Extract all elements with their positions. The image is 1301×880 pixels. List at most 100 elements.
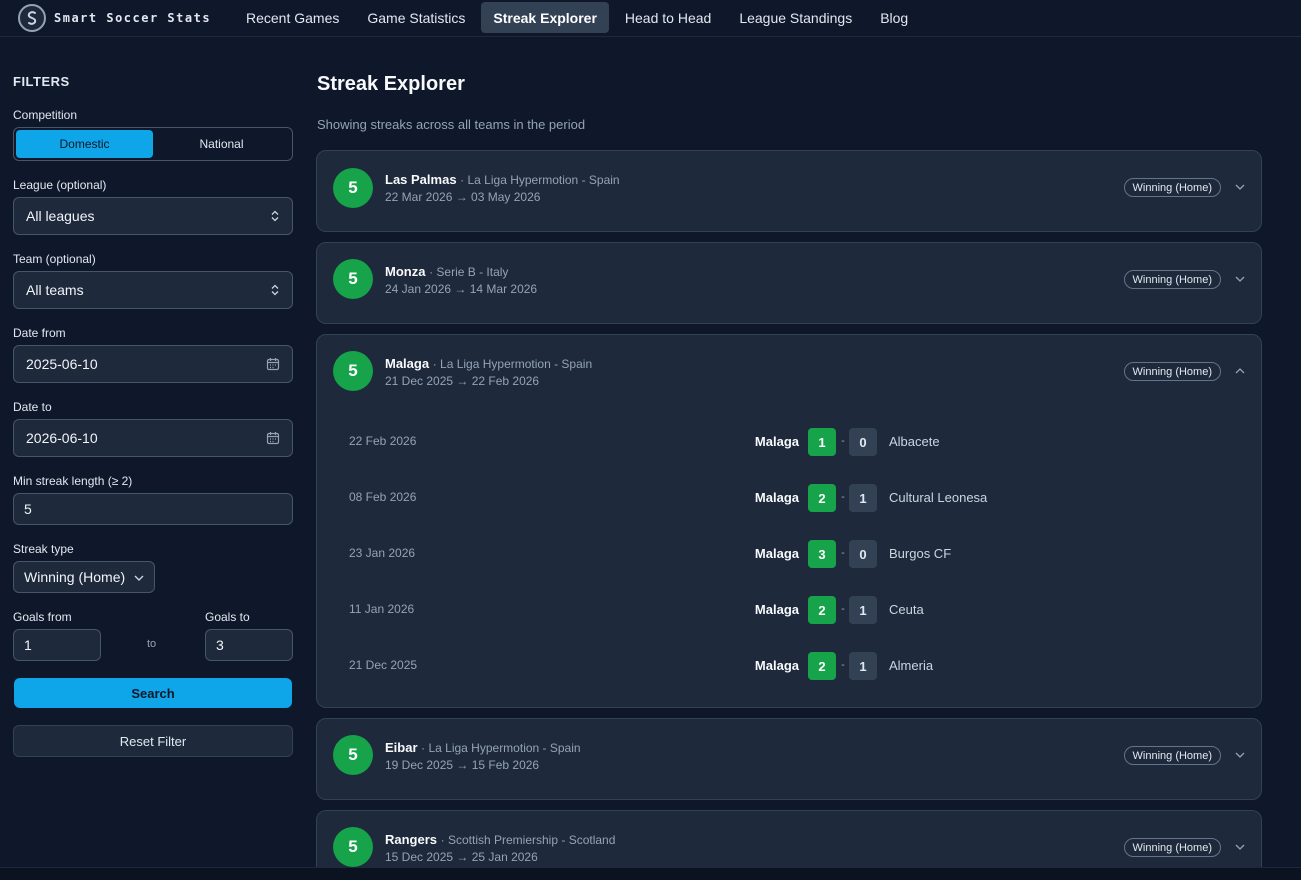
away-team: Almeria [889,658,934,673]
updown-icon [270,210,280,222]
date-from-value: 2025-06-10 [26,356,98,372]
min-streak-input[interactable]: 5 [13,493,293,525]
competition-national-button[interactable]: National [153,130,290,158]
date-to-input[interactable]: 2026-06-10 [13,419,293,457]
team-name: Monza [385,264,426,279]
streak-type-select[interactable]: Winning (Home) [13,561,155,593]
page-title: Streak Explorer [317,73,465,95]
away-team: Ceuta [889,602,924,617]
away-score: 1 [849,652,877,680]
main-nav: Recent Games Game Statistics Streak Expl… [234,2,924,33]
streak-card[interactable]: 5 Las Palmas · La Liga Hypermotion - Spa… [316,150,1262,232]
league-select[interactable]: All leagues [13,197,293,235]
calendar-icon[interactable] [266,357,280,371]
streak-length-badge: 5 [333,827,373,867]
competition-toggle: Domestic National [13,127,293,161]
goals-to-input[interactable]: 3 [205,629,293,661]
streak-card[interactable]: 5 Monza · Serie B - Italy 24 Jan 2026 → … [316,242,1262,324]
streak-type-pill: Winning (Home) [1123,746,1221,765]
nav-game-statistics[interactable]: Game Statistics [355,2,477,33]
date-from-label: Date from [13,326,66,340]
home-team: Malaga [754,434,799,449]
competition-label: Competition [13,108,78,122]
match-date: 11 Jan 2026 [349,602,415,616]
team-select[interactable]: All teams [13,271,293,309]
score-separator: - [841,491,845,503]
streak-length-badge: 5 [333,168,373,208]
nav-recent-games[interactable]: Recent Games [234,2,351,33]
chevron-down-icon [134,569,144,585]
chevron-down-icon[interactable] [1233,180,1247,194]
chevron-up-icon[interactable] [1233,364,1247,378]
streak-type-pill: Winning (Home) [1123,838,1221,857]
date-from-input[interactable]: 2025-06-10 [13,345,293,383]
nav-blog[interactable]: Blog [868,2,920,33]
league-name: · La Liga Hypermotion - Spain [432,357,593,371]
away-score: 1 [849,484,877,512]
streak-date-range: 15 Dec 2025 → 25 Jan 2026 [385,850,538,864]
team-name: Malaga [385,356,430,371]
match-row: 08 Feb 2026 Malaga 2 - 1 Cultural Leones… [349,484,1249,512]
streak-date-range: 22 Mar 2026 → 03 May 2026 [385,190,541,204]
search-button[interactable]: Search [14,678,292,708]
nav-streak-explorer[interactable]: Streak Explorer [481,2,609,33]
streak-length-badge: 5 [333,259,373,299]
league-name: · La Liga Hypermotion - Spain [460,173,620,187]
away-team: Burgos CF [889,546,952,561]
team-select-value: All teams [26,282,84,298]
league-name: · Scottish Premiership - Scotland [440,833,616,847]
league-name: · Serie B - Italy [429,265,509,279]
match-date: 23 Jan 2026 [349,546,416,560]
streak-length-badge: 5 [333,351,373,391]
away-team: Cultural Leonesa [889,490,988,505]
filters-title: FILTERS [13,74,70,89]
chevron-down-icon[interactable] [1233,272,1247,286]
streak-date-range: 24 Jan 2026 → 14 Mar 2026 [385,282,538,296]
streak-team-line: Monza · Serie B - Italy [385,264,508,279]
filters-sidebar: FILTERS Competition Domestic National Le… [0,37,305,880]
page-subtitle: Showing streaks across all teams in the … [317,117,586,132]
streak-card-expanded[interactable]: 5 Malaga · La Liga Hypermotion - Spain 2… [316,334,1262,708]
away-score: 0 [849,540,877,568]
match-date: 08 Feb 2026 [349,490,417,504]
home-score: 2 [808,652,836,680]
streak-team-line: Eibar · La Liga Hypermotion - Spain [385,740,581,755]
nav-head-to-head[interactable]: Head to Head [613,2,723,33]
league-label: League (optional) [13,178,107,192]
league-name: · La Liga Hypermotion - Spain [421,741,581,755]
team-name: Eibar [385,740,418,755]
reset-filter-button[interactable]: Reset Filter [13,725,293,757]
match-row: 21 Dec 2025 Malaga 2 - 1 Almeria [349,652,1249,680]
streak-type-label: Streak type [13,542,74,556]
streak-card[interactable]: 5 Eibar · La Liga Hypermotion - Spain 19… [316,718,1262,800]
home-team: Malaga [754,602,799,617]
streak-type-pill: Winning (Home) [1123,270,1221,289]
home-score: 2 [808,484,836,512]
brand-name: Smart Soccer Stats [54,11,212,25]
home-team: Malaga [754,490,799,505]
streak-date-range: 21 Dec 2025 → 22 Feb 2026 [385,374,540,388]
match-row: 22 Feb 2026 Malaga 1 - 0 Albacete [349,428,1249,456]
goals-from-label: Goals from [13,610,72,624]
match-row: 11 Jan 2026 Malaga 2 - 1 Ceuta [349,596,1249,624]
date-to-value: 2026-06-10 [26,430,98,446]
team-label: Team (optional) [13,252,96,266]
updown-icon [270,284,280,296]
calendar-icon[interactable] [266,431,280,445]
score-separator: - [841,659,845,671]
streak-card[interactable]: 5 Rangers · Scottish Premiership - Scotl… [316,810,1262,870]
goals-range-separator: to [147,638,157,650]
chevron-down-icon[interactable] [1233,748,1247,762]
competition-domestic-button[interactable]: Domestic [16,130,153,158]
score-separator: - [841,547,845,559]
streak-team-line: Rangers · Scottish Premiership - Scotlan… [385,832,615,847]
min-streak-label: Min streak length (≥ 2) [13,474,133,488]
goals-from-input[interactable]: 1 [13,629,101,661]
streak-type-pill: Winning (Home) [1123,178,1221,197]
score-separator: - [841,435,845,447]
nav-league-standings[interactable]: League Standings [727,2,864,33]
streak-team-line: Malaga · La Liga Hypermotion - Spain [385,356,592,371]
chevron-down-icon[interactable] [1233,840,1247,854]
match-date: 21 Dec 2025 [349,658,418,672]
brand-logo[interactable]: Smart Soccer Stats [18,4,211,32]
